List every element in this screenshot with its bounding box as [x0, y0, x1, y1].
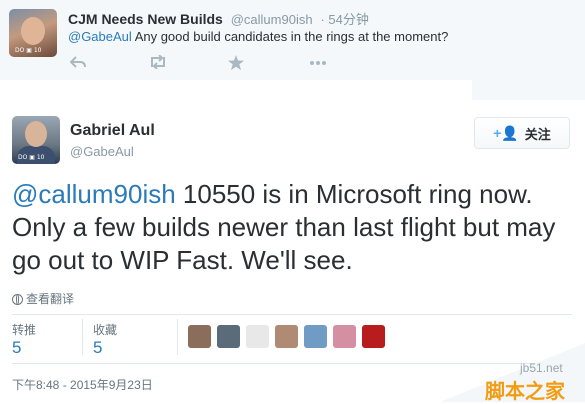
- reply-time[interactable]: · 54分钟: [320, 12, 368, 27]
- globe-icon: [12, 294, 23, 305]
- favorite-stat[interactable]: 收藏 5: [93, 321, 117, 358]
- reply-body: Any good build candidates in the rings a…: [131, 29, 449, 44]
- tweet-text: @callum90ish 10550 is in Microsoft ring …: [12, 178, 580, 277]
- reply-mention-link[interactable]: @GabeAul: [68, 29, 132, 44]
- reply-arrow-icon[interactable]: [68, 55, 88, 72]
- more-dots-icon[interactable]: [308, 55, 328, 72]
- tweet-timestamp[interactable]: 下午8:48 - 2015年9月23日: [12, 376, 153, 393]
- favoriter-avatar-1[interactable]: [188, 325, 211, 348]
- stat-divider: [82, 319, 83, 355]
- follow-label: 关注: [524, 126, 551, 142]
- favoriter-avatar-3[interactable]: [246, 325, 269, 348]
- favoriter-avatar-5[interactable]: [304, 325, 327, 348]
- watermark-logo: 脚本之家: [485, 379, 565, 403]
- star-icon[interactable]: [226, 55, 246, 73]
- divider: [12, 314, 572, 315]
- translate-label: 查看翻译: [26, 292, 75, 306]
- follow-button[interactable]: +👤 关注: [474, 117, 570, 149]
- favoriter-avatar-7[interactable]: [362, 325, 385, 348]
- reply-author[interactable]: CJM Needs New Builds @callum90ish · 54分钟: [68, 9, 369, 28]
- retweets-count[interactable]: 5: [12, 338, 36, 358]
- reply-author-avatar[interactable]: DO ▣ 10: [9, 9, 57, 57]
- translate-link[interactable]: 查看翻译: [12, 290, 74, 307]
- stat-divider: [177, 319, 178, 355]
- retweet-stat[interactable]: 转推 5: [12, 321, 36, 358]
- tweet-mention-link[interactable]: @callum90ish: [12, 179, 176, 209]
- avatar-tag: DO ▣ 10: [15, 47, 42, 54]
- favorites-count[interactable]: 5: [93, 338, 117, 358]
- author-handle[interactable]: @GabeAul: [70, 144, 134, 159]
- watermark-site: jb51.net: [520, 361, 563, 375]
- favorites-label: 收藏: [93, 323, 118, 337]
- author-avatar[interactable]: DO ▣ 10: [12, 116, 60, 164]
- reply-author-handle[interactable]: @callum90ish: [231, 12, 313, 27]
- retweets-label: 转推: [12, 323, 37, 337]
- favoriter-avatar-6[interactable]: [333, 325, 356, 348]
- add-user-icon: +👤: [493, 124, 519, 141]
- favoriter-avatar-4[interactable]: [275, 325, 298, 348]
- reply-side-panel: [472, 52, 585, 100]
- favoriter-avatar-2[interactable]: [217, 325, 240, 348]
- author-name[interactable]: Gabriel Aul: [70, 122, 155, 140]
- reply-text: @GabeAul Any good build candidates in th…: [68, 29, 448, 44]
- avatar-tag: DO ▣ 10: [18, 154, 45, 161]
- reply-author-name[interactable]: CJM Needs New Builds: [68, 11, 223, 27]
- retweet-icon[interactable]: [148, 54, 168, 72]
